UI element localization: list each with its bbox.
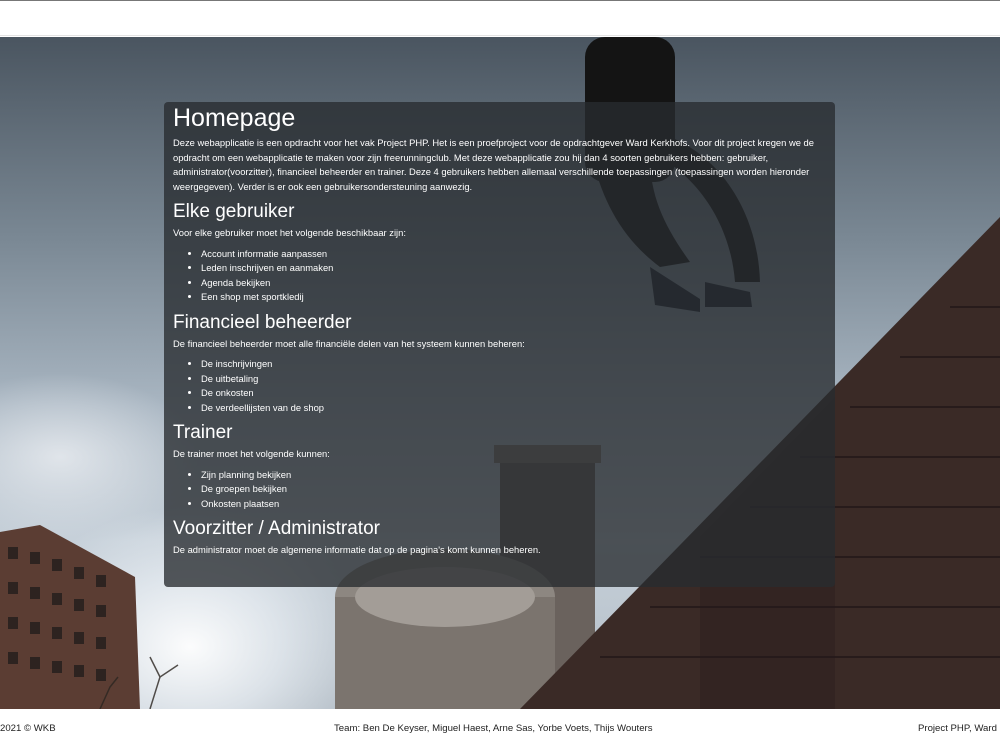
list-item: Account informatie aanpassen: [201, 247, 826, 262]
section-text-financieel-beheerder: De financieel beheerder moet alle financ…: [173, 337, 525, 349]
list-financieel-beheerder: De inschrijvingen De uitbetaling De onko…: [173, 357, 826, 415]
list-item: Agenda bekijken: [201, 276, 826, 291]
list-item: De uitbetaling: [201, 372, 826, 387]
list-item: Een shop met sportkledij: [201, 290, 826, 305]
list-item: De groepen bekijken: [201, 482, 826, 497]
footer-copyright: 2021 © WKB: [0, 723, 56, 734]
page-title: Homepage: [173, 104, 296, 132]
section-text-voorzitter-administrator: De administrator moet de algemene inform…: [173, 544, 541, 555]
footer: 2021 © WKB Team: Ben De Keyser, Miguel H…: [0, 709, 1000, 750]
list-item: De onkosten: [201, 386, 826, 401]
section-title-financieel-beheerder: Financieel beheerder: [173, 311, 352, 333]
intro-paragraph: Deze webapplicatie is een opdracht voor …: [173, 137, 814, 192]
top-navbar: [0, 0, 1000, 36]
list-item: De verdeellijsten van de shop: [201, 401, 826, 416]
section-text-trainer: De trainer moet het volgende kunnen:: [173, 448, 330, 459]
section-title-elke-gebruiker: Elke gebruiker: [173, 201, 295, 222]
list-item: Zijn planning bekijken: [201, 468, 826, 483]
list-elke-gebruiker: Account informatie aanpassen Leden insch…: [173, 247, 826, 305]
list-item: Leden inschrijven en aanmaken: [201, 261, 826, 276]
section-title-voorzitter-administrator: Voorzitter / Administrator: [173, 518, 380, 539]
section-title-trainer: Trainer: [173, 422, 233, 443]
content-panel: Homepage Deze webapplicatie is een opdra…: [164, 102, 835, 587]
section-text-elke-gebruiker: Voor elke gebruiker moet het volgende be…: [173, 227, 406, 238]
hero-background-image: Homepage Deze webapplicatie is een opdra…: [0, 37, 1000, 709]
list-item: De inschrijvingen: [201, 357, 826, 372]
list-trainer: Zijn planning bekijken De groepen bekijk…: [173, 468, 826, 512]
footer-team: Team: Ben De Keyser, Miguel Haest, Arne …: [334, 723, 653, 734]
footer-project: Project PHP, Ward I: [918, 723, 1000, 734]
list-item: Onkosten plaatsen: [201, 497, 826, 512]
